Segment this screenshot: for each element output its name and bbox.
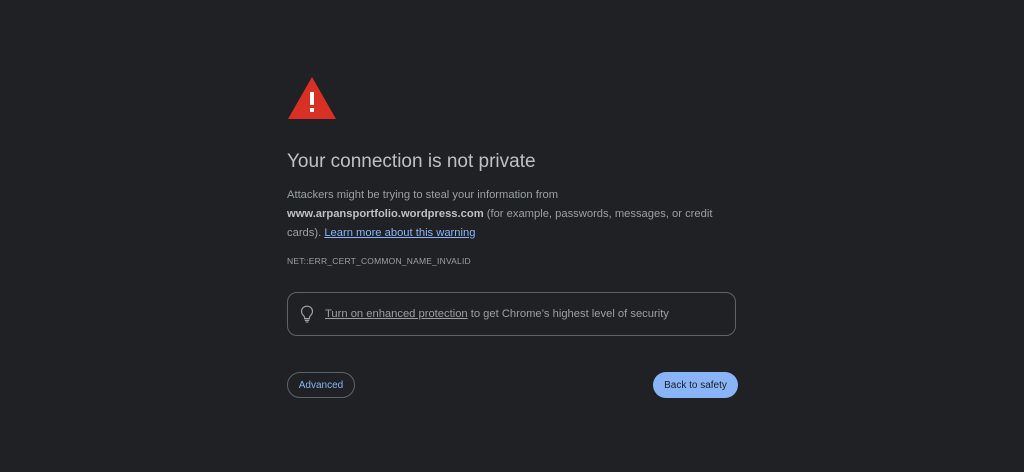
enhanced-protection-box: Turn on enhanced protection to get Chrom… <box>287 292 736 336</box>
advanced-button[interactable]: Advanced <box>287 372 355 398</box>
lightbulb-icon <box>300 305 314 323</box>
page-title: Your connection is not private <box>287 151 536 172</box>
warning-icon <box>288 77 336 119</box>
button-row: Advanced Back to safety <box>287 372 738 398</box>
error-code: NET::ERR_CERT_COMMON_NAME_INVALID <box>287 256 471 266</box>
back-to-safety-button[interactable]: Back to safety <box>653 372 738 398</box>
protection-description: to get Chrome’s highest level of securit… <box>467 308 669 320</box>
learn-more-link[interactable]: Learn more about this warning <box>324 227 475 239</box>
message-text-before: Attackers might be trying to steal your … <box>287 189 559 201</box>
enhanced-protection-link[interactable]: Turn on enhanced protection <box>325 308 468 320</box>
site-domain: www.arpansportfolio.wordpress.com <box>287 208 484 220</box>
interstitial-container: Your connection is not private Attackers… <box>287 76 738 398</box>
protection-text: Turn on enhanced protection to get Chrom… <box>325 308 669 320</box>
warning-message: Attackers might be trying to steal your … <box>287 186 732 243</box>
